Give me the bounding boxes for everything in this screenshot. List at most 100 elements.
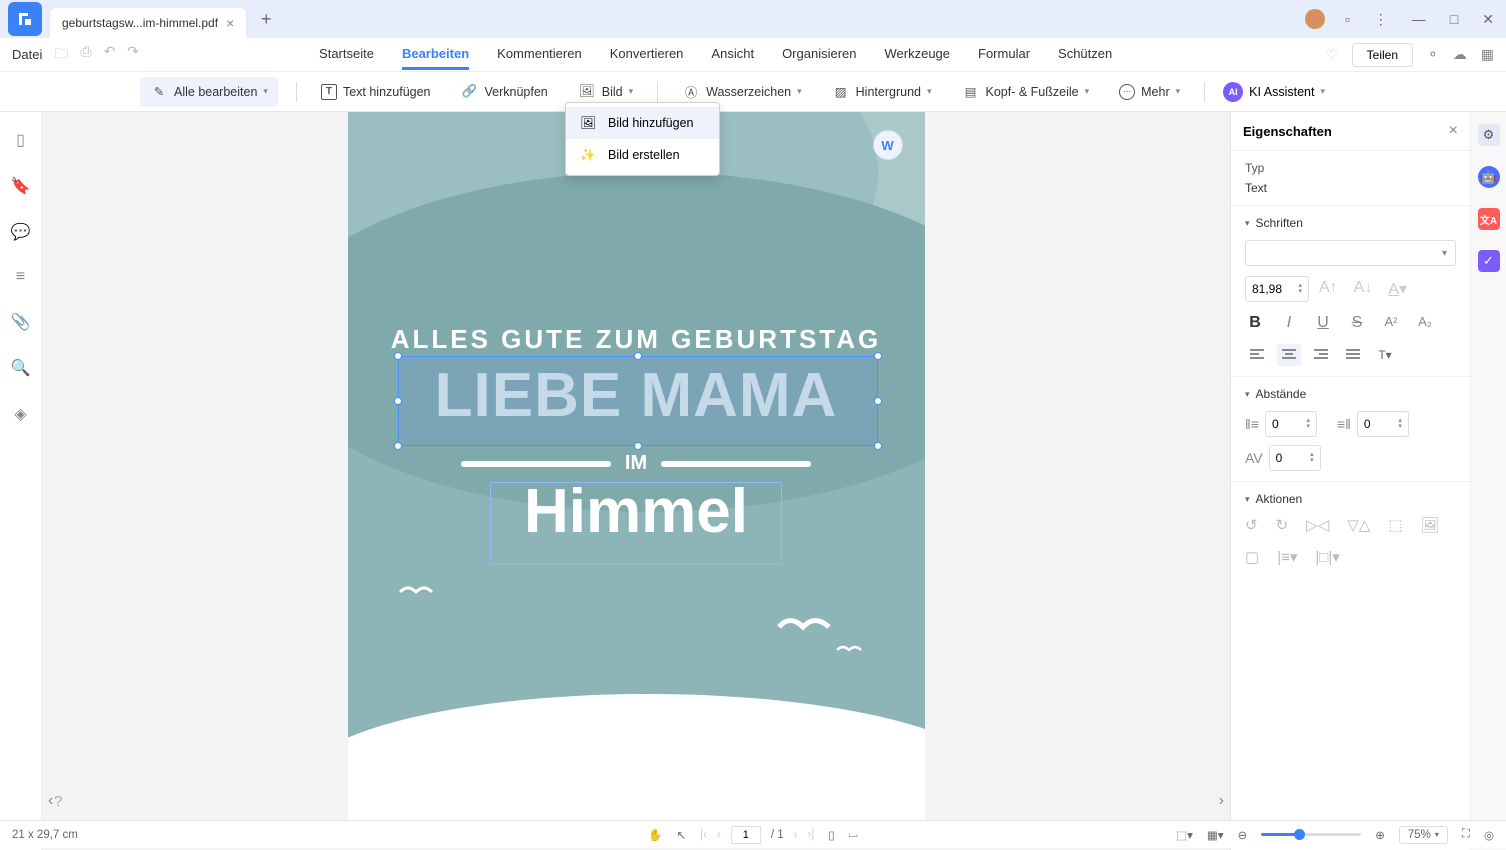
flip-h-icon[interactable]: ▷◁ bbox=[1306, 516, 1329, 534]
header-footer-button[interactable]: ▤ Kopf- & Fußzeile ▾ bbox=[956, 79, 1096, 105]
extract-icon[interactable]: ▢ bbox=[1245, 548, 1259, 566]
prev-page-icon[interactable]: ‹ bbox=[717, 829, 721, 841]
zoom-out-icon[interactable]: ⊖ bbox=[1238, 828, 1248, 842]
notes-icon[interactable]: ▫ bbox=[1341, 7, 1354, 31]
maximize-button[interactable]: □ bbox=[1446, 7, 1462, 31]
document-text-2[interactable]: LIEBE MAMA bbox=[348, 360, 925, 431]
menu-convert[interactable]: Konvertieren bbox=[610, 40, 684, 70]
collapse-right-icon[interactable]: › bbox=[1219, 792, 1224, 810]
more-button[interactable]: ⋯ Mehr ▾ bbox=[1113, 80, 1186, 104]
align-center-button[interactable] bbox=[1277, 344, 1301, 366]
single-page-icon[interactable]: ▯ bbox=[828, 828, 834, 842]
menu-form[interactable]: Formular bbox=[978, 40, 1030, 70]
crop-icon[interactable]: ⬚ bbox=[1388, 516, 1402, 534]
print-icon[interactable]: ⎙ bbox=[80, 43, 91, 67]
collapse-left-icon[interactable]: ‹ bbox=[48, 792, 53, 810]
close-tab-icon[interactable]: × bbox=[226, 15, 234, 31]
thumbnails-icon[interactable]: ▯ bbox=[16, 130, 25, 150]
redo-icon[interactable]: ↷ bbox=[127, 43, 139, 67]
actions-section-header[interactable]: Aktionen bbox=[1245, 492, 1456, 506]
image-button[interactable]: 🖼 Bild ▾ bbox=[572, 79, 639, 105]
save-icon[interactable]: 🗀 bbox=[54, 43, 68, 67]
document-text-3-row[interactable]: IM bbox=[348, 452, 925, 475]
next-page-icon[interactable]: › bbox=[794, 829, 798, 841]
lightbulb-icon[interactable]: ♡ bbox=[1325, 46, 1338, 63]
line-spacing-input[interactable]: 0 ▴▾ bbox=[1265, 411, 1317, 437]
document-tab[interactable]: geburtstagsw...im-himmel.pdf × bbox=[50, 8, 246, 38]
create-image-item[interactable]: ✨ Bild erstellen bbox=[566, 139, 719, 171]
bold-button[interactable]: B bbox=[1245, 314, 1265, 332]
layers-icon[interactable]: ◈ bbox=[14, 404, 26, 424]
align-right-button[interactable] bbox=[1309, 344, 1333, 366]
italic-button[interactable]: I bbox=[1279, 314, 1299, 332]
menu-comment[interactable]: Kommentieren bbox=[497, 40, 582, 70]
zoom-value[interactable]: 75%▾ bbox=[1399, 826, 1448, 844]
align-objects-icon[interactable]: |≡▾ bbox=[1277, 548, 1297, 566]
search-icon[interactable]: 🔍 bbox=[11, 358, 31, 378]
more-menu-icon[interactable]: ⋮ bbox=[1370, 7, 1392, 32]
properties-toggle-icon[interactable]: ⚙ bbox=[1478, 124, 1500, 146]
font-family-select[interactable]: ▾ bbox=[1245, 240, 1456, 266]
document-page[interactable]: ALLES GUTE ZUM GEBURTSTAG LIEBE MAMA IM … bbox=[348, 112, 925, 834]
reading-mode-icon[interactable]: ◎ bbox=[1484, 828, 1494, 842]
replace-icon[interactable]: 🖼 bbox=[1421, 516, 1440, 534]
align-left-button[interactable] bbox=[1245, 344, 1269, 366]
add-text-button[interactable]: T Text hinzufügen bbox=[315, 80, 437, 104]
increase-font-icon[interactable]: A↑ bbox=[1319, 279, 1338, 299]
select-tool-icon[interactable]: ↖ bbox=[677, 828, 687, 842]
menu-edit[interactable]: Bearbeiten bbox=[402, 40, 469, 70]
zoom-slider[interactable] bbox=[1261, 833, 1361, 836]
font-color-icon[interactable]: A▾ bbox=[1388, 279, 1407, 299]
bookmarks-icon[interactable]: 🔖 bbox=[11, 176, 31, 196]
decrease-font-icon[interactable]: A↓ bbox=[1354, 279, 1373, 299]
underline-button[interactable]: U bbox=[1313, 314, 1333, 332]
para-spacing-input[interactable]: 0 ▴▾ bbox=[1357, 411, 1409, 437]
spacing-section-header[interactable]: Abstände bbox=[1245, 387, 1456, 401]
edit-all-button[interactable]: ✎ Alle bearbeiten ▾ bbox=[140, 77, 278, 107]
distribute-icon[interactable]: |□|▾ bbox=[1315, 548, 1339, 566]
share-icon[interactable]: ⚬ bbox=[1427, 46, 1439, 63]
ai-chat-icon[interactable]: 🤖 bbox=[1478, 166, 1500, 188]
document-text-4[interactable]: Himmel bbox=[348, 476, 925, 547]
translate-icon[interactable]: 文A bbox=[1478, 208, 1500, 230]
align-justify-button[interactable] bbox=[1341, 344, 1365, 366]
add-image-item[interactable]: 🖼 Bild hinzufügen bbox=[566, 107, 719, 139]
layout-icon[interactable]: ▦ bbox=[1481, 46, 1494, 63]
cloud-icon[interactable]: ☁ bbox=[1453, 46, 1467, 63]
first-page-icon[interactable]: |‹ bbox=[700, 829, 707, 841]
hand-tool-icon[interactable]: ✋ bbox=[648, 828, 662, 842]
document-text-1[interactable]: ALLES GUTE ZUM GEBURTSTAG bbox=[348, 324, 925, 355]
fonts-section-header[interactable]: Schriften bbox=[1245, 216, 1456, 230]
strikethrough-button[interactable]: S bbox=[1347, 314, 1367, 332]
user-avatar[interactable] bbox=[1305, 9, 1325, 29]
continuous-icon[interactable]: ⌴ bbox=[849, 828, 858, 841]
menu-organize[interactable]: Organisieren bbox=[782, 40, 856, 70]
rotate-right-icon[interactable]: ↻ bbox=[1276, 516, 1289, 534]
subscript-button[interactable]: A₂ bbox=[1415, 314, 1435, 332]
menu-view[interactable]: Ansicht bbox=[711, 40, 754, 70]
app-logo[interactable] bbox=[8, 2, 42, 36]
last-page-icon[interactable]: ›| bbox=[807, 829, 814, 841]
file-menu[interactable]: Datei bbox=[12, 47, 42, 62]
link-button[interactable]: 🔗 Verknüpfen bbox=[455, 79, 554, 105]
word-badge-icon[interactable]: W bbox=[873, 130, 903, 160]
help-icon[interactable]: ? bbox=[54, 793, 62, 810]
char-spacing-input[interactable]: 0 ▴▾ bbox=[1269, 445, 1321, 471]
view-mode-icon[interactable]: ▦▾ bbox=[1207, 828, 1224, 842]
text-direction-button[interactable]: T▾ bbox=[1373, 344, 1397, 366]
close-window-button[interactable]: ✕ bbox=[1478, 7, 1498, 32]
menu-protect[interactable]: Schützen bbox=[1058, 40, 1112, 70]
fields-icon[interactable]: ≡ bbox=[16, 268, 25, 286]
page-number-input[interactable] bbox=[731, 826, 761, 844]
check-icon[interactable]: ✓ bbox=[1478, 250, 1500, 272]
menu-home[interactable]: Startseite bbox=[319, 40, 374, 70]
flip-v-icon[interactable]: ▽△ bbox=[1347, 516, 1370, 534]
rotate-left-icon[interactable]: ↺ bbox=[1245, 516, 1258, 534]
watermark-button[interactable]: Ⓐ Wasserzeichen ▾ bbox=[676, 79, 808, 105]
fullscreen-icon[interactable]: ⛶ bbox=[1462, 828, 1470, 841]
share-button[interactable]: Teilen bbox=[1352, 43, 1413, 67]
background-button[interactable]: ▨ Hintergrund ▾ bbox=[826, 79, 938, 105]
menu-tools[interactable]: Werkzeuge bbox=[885, 40, 951, 70]
font-size-input[interactable]: 81,98 ▴▾ bbox=[1245, 276, 1309, 302]
fit-width-icon[interactable]: ⬚▾ bbox=[1176, 828, 1193, 842]
